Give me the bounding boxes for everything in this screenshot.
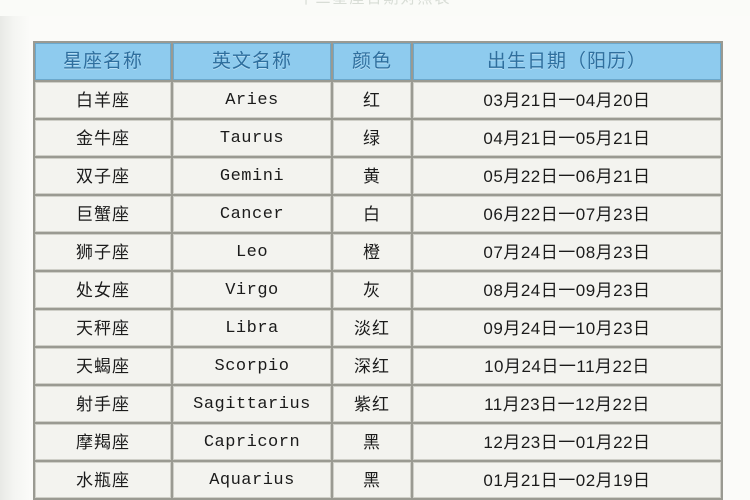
cell-sign-name: 金牛座	[35, 120, 171, 156]
table-row: 天秤座 Libra 淡红 09月24日一10月23日	[35, 310, 721, 346]
cell-birth-date: 06月22日一07月23日	[413, 196, 721, 232]
cell-english-name: Leo	[173, 234, 331, 270]
cell-color: 红	[333, 82, 411, 118]
cell-english-name: Aquarius	[173, 462, 331, 498]
cell-color: 淡红	[333, 310, 411, 346]
column-header-color: 颜色	[333, 43, 411, 80]
column-header-english: 英文名称	[173, 43, 331, 80]
table-row: 水瓶座 Aquarius 黑 01月21日一02月19日	[35, 462, 721, 498]
column-header-name: 星座名称	[35, 43, 171, 80]
table-row: 双子座 Gemini 黄 05月22日一06月21日	[35, 158, 721, 194]
top-cut-title-strip: 十二星座日期对照表	[0, 0, 750, 16]
cell-english-name: Virgo	[173, 272, 331, 308]
table-row: 摩羯座 Capricorn 黑 12月23日一01月22日	[35, 424, 721, 460]
cell-sign-name: 摩羯座	[35, 424, 171, 460]
table-header: 星座名称 英文名称 颜色 出生日期（阳历）	[35, 43, 721, 80]
cell-sign-name: 双子座	[35, 158, 171, 194]
table-row: 巨蟹座 Cancer 白 06月22日一07月23日	[35, 196, 721, 232]
cell-color: 黑	[333, 424, 411, 460]
column-header-date: 出生日期（阳历）	[413, 43, 721, 80]
cell-sign-name: 处女座	[35, 272, 171, 308]
cell-sign-name: 白羊座	[35, 82, 171, 118]
cell-sign-name: 水瓶座	[35, 462, 171, 498]
cell-color: 紫红	[333, 386, 411, 422]
zodiac-signs-table: 星座名称 英文名称 颜色 出生日期（阳历） 白羊座 Aries 红 03月21日一04…	[33, 41, 723, 500]
cell-color: 黑	[333, 462, 411, 498]
table-header-row: 星座名称 英文名称 颜色 出生日期（阳历）	[35, 43, 721, 80]
cell-sign-name: 狮子座	[35, 234, 171, 270]
table-row: 狮子座 Leo 橙 07月24日一08月23日	[35, 234, 721, 270]
cell-sign-name: 天蝎座	[35, 348, 171, 384]
cell-birth-date: 08月24日一09月23日	[413, 272, 721, 308]
cell-sign-name: 射手座	[35, 386, 171, 422]
cell-birth-date: 05月22日一06月21日	[413, 158, 721, 194]
cell-english-name: Libra	[173, 310, 331, 346]
cell-birth-date: 12月23日一01月22日	[413, 424, 721, 460]
cell-english-name: Taurus	[173, 120, 331, 156]
cell-color: 白	[333, 196, 411, 232]
cell-color: 深红	[333, 348, 411, 384]
cell-birth-date: 03月21日一04月20日	[413, 82, 721, 118]
top-cut-title-text: 十二星座日期对照表	[0, 0, 750, 8]
cell-color: 黄	[333, 158, 411, 194]
cell-english-name: Aries	[173, 82, 331, 118]
table-row: 处女座 Virgo 灰 08月24日一09月23日	[35, 272, 721, 308]
cell-sign-name: 巨蟹座	[35, 196, 171, 232]
cell-english-name: Capricorn	[173, 424, 331, 460]
cell-birth-date: 10月24日一11月22日	[413, 348, 721, 384]
cell-english-name: Gemini	[173, 158, 331, 194]
cell-birth-date: 01月21日一02月19日	[413, 462, 721, 498]
table-row: 射手座 Sagittarius 紫红 11月23日一12月22日	[35, 386, 721, 422]
cell-birth-date: 09月24日一10月23日	[413, 310, 721, 346]
table-row: 白羊座 Aries 红 03月21日一04月20日	[35, 82, 721, 118]
cell-birth-date: 04月21日一05月21日	[413, 120, 721, 156]
page-root: 十二星座日期对照表 星座名称 英文名称 颜色 出生日期（阳历） 白羊座Aries…	[0, 0, 750, 500]
zodiac-table-container: 星座名称 英文名称 颜色 出生日期（阳历） 白羊座 Aries 红 03月21日一04…	[33, 41, 723, 500]
cell-color: 绿	[333, 120, 411, 156]
cell-birth-date: 11月23日一12月22日	[413, 386, 721, 422]
cell-color: 橙	[333, 234, 411, 270]
cell-birth-date: 07月24日一08月23日	[413, 234, 721, 270]
cell-english-name: Cancer	[173, 196, 331, 232]
cell-english-name: Sagittarius	[173, 386, 331, 422]
cell-color: 灰	[333, 272, 411, 308]
table-row: 金牛座 Taurus 绿 04月21日一05月21日	[35, 120, 721, 156]
cell-english-name: Scorpio	[173, 348, 331, 384]
table-row: 天蝎座 Scorpio 深红 10月24日一11月22日	[35, 348, 721, 384]
table-body: 白羊座 Aries 红 03月21日一04月20日 金牛座 Taurus 绿 04月21日一0…	[35, 82, 721, 500]
cell-sign-name: 天秤座	[35, 310, 171, 346]
